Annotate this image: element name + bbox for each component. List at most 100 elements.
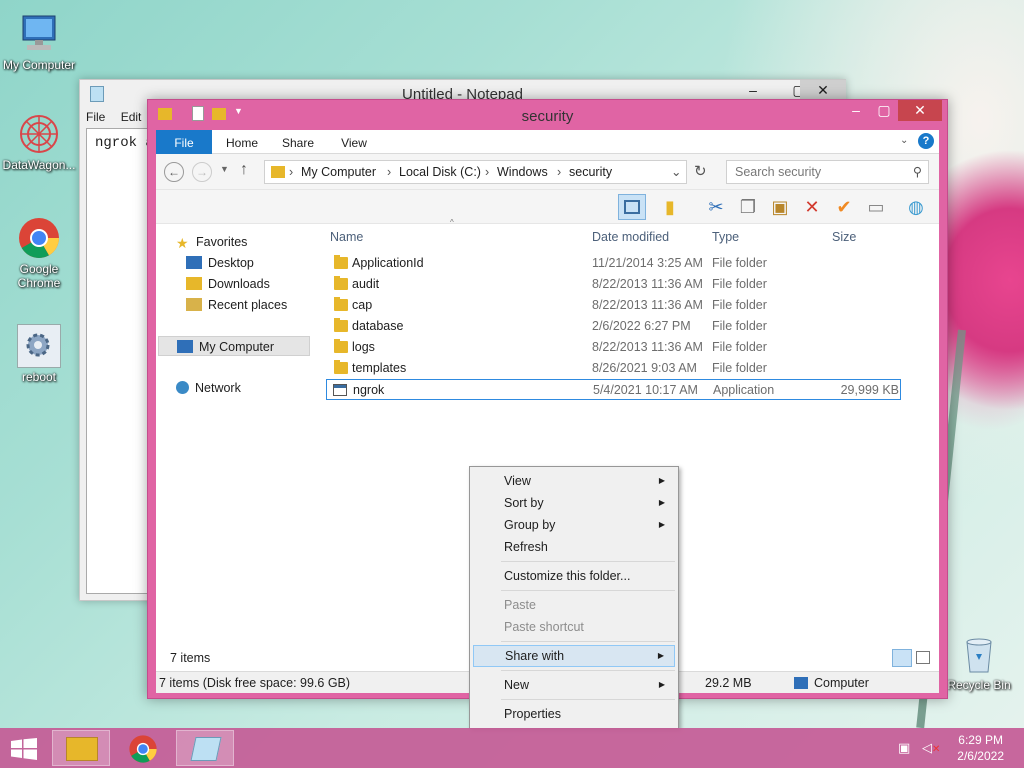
file-size: 29,999 KB: [840, 383, 899, 397]
forward-button[interactable]: →: [192, 162, 212, 182]
breadcrumb-my-computer[interactable]: My Computer: [301, 161, 376, 183]
preview-pane-icon[interactable]: [618, 194, 646, 220]
file-name: templates: [352, 361, 407, 375]
tab-view[interactable]: View: [332, 130, 376, 154]
windows-logo-icon: [11, 738, 37, 760]
desktop-icon-my-computer[interactable]: My Computer: [0, 12, 78, 72]
menu-item-share-with[interactable]: Share with ▶: [473, 645, 675, 667]
tab-home[interactable]: Home: [220, 130, 264, 154]
file-type: Application: [713, 383, 775, 397]
file-date: 8/22/2013 11:36 AM: [592, 277, 703, 291]
file-name: logs: [352, 340, 375, 354]
start-button[interactable]: [10, 738, 38, 760]
recent-locations-icon[interactable]: ▼: [220, 164, 229, 174]
menu-item-properties[interactable]: Properties: [473, 703, 675, 725]
taskbar-explorer[interactable]: [52, 730, 110, 766]
menu-separator: [501, 590, 675, 591]
desktop-icon-recycle-bin[interactable]: Recycle Bin: [940, 632, 1018, 692]
search-input[interactable]: Search security ⚲: [726, 160, 929, 184]
network-tray-icon[interactable]: ▣: [898, 740, 910, 756]
large-icons-view-icon[interactable]: [916, 651, 930, 664]
table-row[interactable]: audit 8/22/2013 11:36 AM File folder: [326, 274, 901, 295]
submenu-arrow-icon: ▶: [658, 520, 665, 529]
nav-desktop[interactable]: Desktop: [186, 253, 254, 273]
nav-network[interactable]: Network: [176, 378, 241, 398]
file-date: 2/6/2022 6:27 PM: [592, 319, 691, 333]
folder-check-icon[interactable]: ▮: [656, 194, 684, 220]
column-size[interactable]: Size: [832, 230, 856, 244]
cut-icon[interactable]: ✂: [702, 194, 730, 220]
table-row[interactable]: logs 8/22/2013 11:36 AM File folder: [326, 337, 901, 358]
paste-icon[interactable]: ▣: [766, 194, 794, 220]
menu-label: Sort by: [504, 496, 544, 510]
nav-recent-places[interactable]: Recent places: [186, 295, 287, 315]
breadcrumb-local-disk[interactable]: Local Disk (C:): [399, 161, 481, 183]
breadcrumb-security[interactable]: security: [569, 161, 612, 183]
shell-icon[interactable]: ◍: [902, 194, 930, 220]
nav-downloads[interactable]: Downloads: [186, 274, 270, 294]
menu-item-refresh[interactable]: Refresh: [473, 536, 675, 558]
table-row[interactable]: ApplicationId 11/21/2014 3:25 AM File fold…: [326, 253, 901, 274]
menu-item-sort-by[interactable]: Sort by ▶: [473, 492, 675, 514]
menu-item-new[interactable]: New ▶: [473, 674, 675, 696]
delete-icon[interactable]: ✕: [798, 194, 826, 220]
search-placeholder: Search security: [735, 165, 822, 179]
address-bar[interactable]: › My Computer › Local Disk (C:) › Window…: [264, 160, 687, 184]
navigation-pane: ★ Favorites Desktop Downloads Recent plac…: [156, 224, 316, 614]
column-type[interactable]: Type: [712, 230, 739, 244]
menu-edit[interactable]: Edit: [121, 110, 142, 124]
refresh-icon[interactable]: ↻: [694, 162, 707, 180]
menu-item-paste[interactable]: Paste: [473, 594, 675, 616]
desktop-icon-label: reboot: [21, 370, 57, 384]
clock[interactable]: 6:29 PM 2/6/2022: [957, 732, 1004, 764]
nav-my-computer[interactable]: My Computer: [158, 336, 310, 356]
menu-file[interactable]: File: [86, 110, 105, 124]
address-dropdown-icon[interactable]: ⌄: [671, 161, 681, 183]
table-row[interactable]: templates 8/26/2021 9:03 AM File folder: [326, 358, 901, 379]
minimize-button[interactable]: –: [842, 100, 870, 121]
column-date-modified[interactable]: Date modified: [592, 230, 669, 244]
desktop-icon-chrome[interactable]: Google Chrome: [0, 216, 78, 290]
breadcrumb-windows[interactable]: Windows: [497, 161, 548, 183]
properties-icon[interactable]: ▭: [862, 194, 890, 220]
column-name[interactable]: Name: [330, 230, 363, 244]
table-row-selected[interactable]: ngrok 5/4/2021 10:17 AM Application 29,999 …: [326, 379, 901, 400]
explorer-titlebar[interactable]: ▼ security – ▢ ✕: [148, 100, 947, 130]
tab-share[interactable]: Share: [276, 130, 320, 154]
table-row[interactable]: database 2/6/2022 6:27 PM File folder: [326, 316, 901, 337]
chrome-icon: [129, 735, 157, 763]
notepad-icon: [190, 737, 222, 761]
details-view-icon[interactable]: [892, 649, 912, 667]
desktop-icon-datawagon[interactable]: DataWagon...: [0, 112, 78, 172]
computer-icon: [177, 340, 193, 353]
desktop-icon-reboot[interactable]: reboot: [0, 324, 78, 384]
menu-item-customize[interactable]: Customize this folder...: [473, 565, 675, 587]
rename-check-icon[interactable]: ✔: [830, 194, 858, 220]
back-button[interactable]: ←: [164, 162, 184, 182]
file-name: audit: [352, 277, 380, 291]
taskbar-notepad[interactable]: [176, 730, 234, 766]
maximize-button[interactable]: ▢: [870, 100, 898, 121]
table-row[interactable]: cap 8/22/2013 11:36 AM File folder: [326, 295, 901, 316]
star-icon: ★: [176, 235, 189, 251]
volume-muted-icon[interactable]: ◁✕: [922, 740, 940, 756]
menu-item-paste-shortcut[interactable]: Paste shortcut: [473, 616, 675, 638]
menu-item-group-by[interactable]: Group by ▶: [473, 514, 675, 536]
taskbar-chrome[interactable]: [114, 730, 172, 766]
nav-favorites[interactable]: ★ Favorites: [176, 232, 247, 252]
status-size: 29.2 MB: [705, 676, 752, 690]
copy-icon[interactable]: ❐: [734, 194, 762, 220]
up-button[interactable]: ↑: [240, 161, 248, 179]
submenu-arrow-icon: ▶: [658, 498, 665, 507]
tab-file[interactable]: File: [156, 130, 212, 154]
close-button[interactable]: ✕: [800, 80, 846, 100]
minimize-button[interactable]: –: [730, 80, 776, 100]
menu-item-view[interactable]: View ▶: [473, 470, 675, 492]
ribbon-expand-icon[interactable]: ⌄: [900, 135, 908, 146]
clock-date: 2/6/2022: [957, 749, 1004, 763]
help-icon[interactable]: ?: [918, 133, 934, 149]
nav-label: Recent places: [208, 298, 288, 312]
application-icon: [333, 384, 347, 396]
menu-label: Properties: [504, 707, 561, 721]
close-button[interactable]: ✕: [898, 100, 942, 121]
